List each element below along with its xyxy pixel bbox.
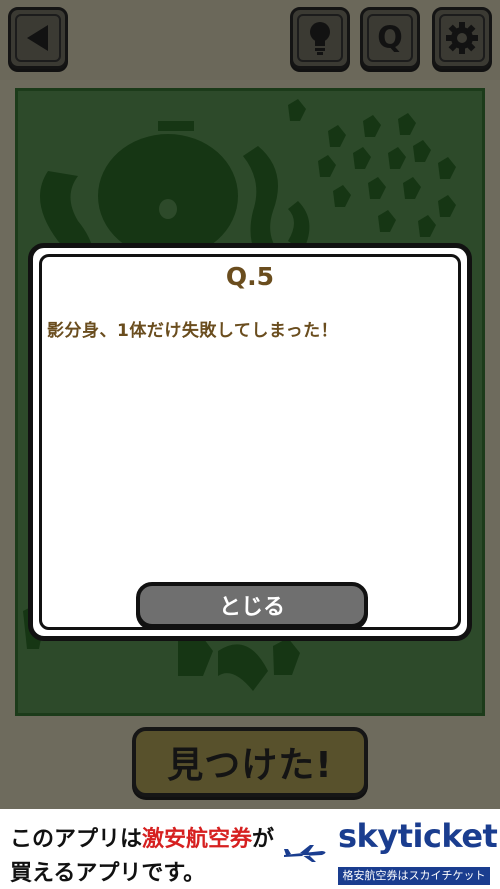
question-label: Q — [377, 20, 403, 56]
back-button[interactable] — [8, 7, 68, 69]
back-arrow-icon — [27, 25, 48, 51]
found-it-button[interactable]: 見つけた! — [132, 727, 368, 797]
ad-subline: 買えるアプリです。 — [10, 861, 206, 886]
ad-headline: このアプリは激安航空券が — [10, 821, 274, 853]
close-button[interactable]: とじる — [136, 582, 368, 628]
close-button-label: とじる — [218, 595, 285, 620]
dialog-inner-border — [39, 254, 461, 630]
ad-banner[interactable]: このアプリは激安航空券が 買えるアプリです。 skyticket 格安航空券はス… — [0, 809, 500, 889]
hint-button[interactable] — [290, 7, 350, 69]
question-button[interactable]: Q — [360, 7, 420, 69]
dialog-message: 影分身、1体だけ失敗してしまった！ — [47, 321, 339, 341]
lightbulb-icon — [310, 22, 330, 55]
settings-button[interactable] — [432, 7, 492, 69]
gear-icon — [446, 22, 478, 54]
octopus-silhouette — [98, 134, 238, 258]
top-toolbar: Q — [0, 0, 500, 80]
found-it-label: 見つけた! — [167, 745, 333, 786]
ad-tagline: 格安航空券はスカイチケット — [338, 867, 490, 885]
ad-headline-prefix: このアプリは — [10, 827, 143, 852]
dialog-title: Q.5 — [225, 262, 275, 291]
ad-logo: skyticket — [338, 817, 498, 855]
question-dialog: Q.5 影分身、1体だけ失敗してしまった！ とじる — [28, 243, 472, 641]
airplane-icon — [284, 845, 326, 862]
ad-headline-highlight: 激安航空券 — [142, 827, 253, 852]
ninja-clones — [288, 99, 456, 237]
ad-headline-suffix: が — [252, 827, 275, 852]
